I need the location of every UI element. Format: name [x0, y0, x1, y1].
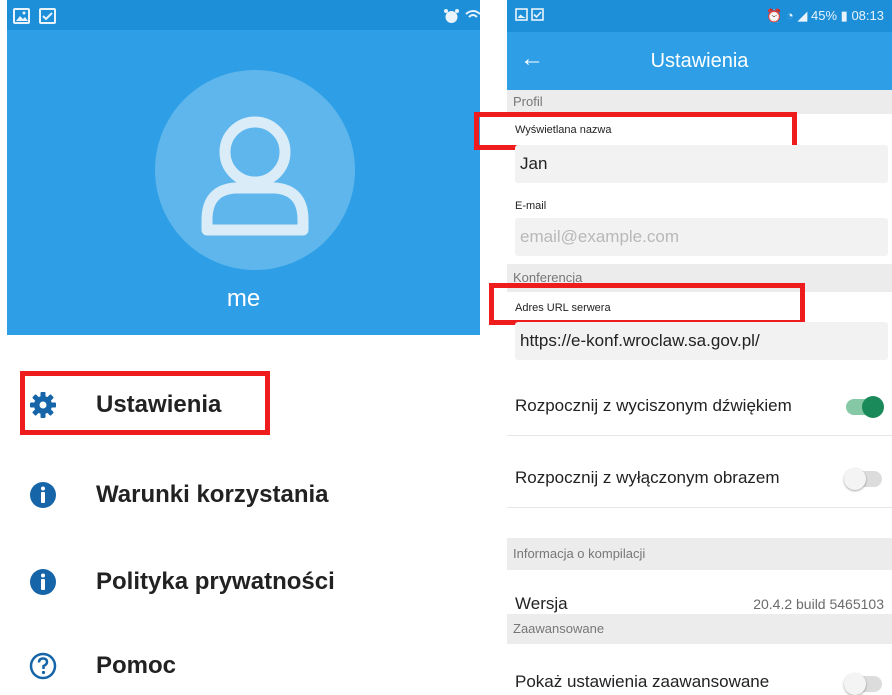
menu-item-help[interactable]: Pomoc — [0, 636, 480, 695]
clock: 08:13 — [851, 8, 884, 23]
signal-icon: ◢ — [797, 8, 808, 23]
section-header-advanced: Zaawansowane — [507, 614, 892, 644]
version-label: Wersja — [515, 594, 568, 613]
screenshot-root: me Ustawienia Warunki korzystania Polity… — [0, 0, 892, 695]
avatar[interactable] — [155, 70, 355, 270]
image-icon — [13, 8, 30, 24]
section-header-profile: Profil — [507, 90, 892, 114]
menu-item-terms-label: Warunki korzystania — [96, 481, 329, 508]
highlight-settings — [20, 371, 270, 435]
show-advanced-toggle[interactable] — [844, 673, 882, 695]
display-name-value: Jan — [520, 154, 548, 173]
alarm-icon: ⏰ — [766, 8, 783, 23]
start-muted-label: Rozpocznij z wyciszonym dźwiękiem — [515, 396, 792, 415]
user-icon — [201, 116, 309, 236]
show-advanced-label: Pokaż ustawienia zaawansowane — [515, 672, 770, 691]
server-url-field[interactable]: https://e-konf.wroclaw.sa.gov.pl/ — [515, 322, 888, 360]
start-video-off-label: Rozpocznij z wyłączonym obrazem — [515, 468, 780, 487]
info-icon — [28, 567, 58, 597]
menu-item-privacy[interactable]: Polityka prywatności — [0, 552, 480, 612]
email-placeholder: email@example.com — [520, 227, 679, 246]
status-bar: ⏰ ◔ ◢ 45% ▮ 08:13 — [507, 0, 892, 32]
wifi-icon: ◔ — [785, 8, 794, 23]
menu-item-privacy-label: Polityka prywatności — [96, 568, 335, 595]
battery-icon: ▮ — [840, 8, 848, 23]
version-value: 20.4.2 build 5465103 — [753, 596, 884, 612]
show-advanced-row[interactable]: Pokaż ustawienia zaawansowane — [507, 650, 892, 695]
email-field[interactable]: email@example.com — [515, 218, 888, 256]
toggle-knob — [844, 673, 866, 695]
toggle-knob — [862, 396, 884, 418]
profile-name: me — [226, 285, 261, 312]
drawer-header: me — [7, 0, 482, 335]
server-url-value: https://e-konf.wroclaw.sa.gov.pl/ — [520, 331, 760, 350]
help-icon — [28, 651, 58, 681]
checkbox-icon — [39, 8, 56, 24]
menu-item-help-label: Pomoc — [96, 652, 177, 679]
menu-item-terms[interactable]: Warunki korzystania — [0, 465, 480, 525]
display-name-field[interactable]: Jan — [515, 145, 888, 183]
battery-level: 45% — [811, 8, 838, 23]
start-video-off-toggle[interactable] — [844, 468, 882, 490]
start-video-off-row[interactable]: Rozpocznij z wyłączonym obrazem — [507, 448, 892, 508]
drawer-panel: me Ustawienia Warunki korzystania Polity… — [0, 0, 482, 695]
info-icon — [28, 480, 58, 510]
wifi-icon — [465, 8, 482, 24]
page-title: Ustawienia — [650, 50, 749, 72]
settings-screen: ⏰ ◔ ◢ 45% ▮ 08:13 ← Ustawienia Profil Wy… — [474, 0, 892, 695]
status-left-icons — [515, 8, 545, 25]
app-bar: ← Ustawienia — [507, 32, 892, 90]
email-label: E-mail — [515, 200, 547, 212]
status-bar — [7, 0, 482, 30]
status-right: ⏰ ◔ ◢ 45% ▮ 08:13 — [766, 8, 884, 24]
start-muted-toggle[interactable] — [846, 396, 884, 418]
alarm-icon — [443, 8, 460, 24]
highlight-server-url — [489, 283, 805, 325]
section-header-build-info: Informacja o kompilacji — [507, 538, 892, 570]
start-muted-row[interactable]: Rozpocznij z wyciszonym dźwiękiem — [507, 376, 892, 436]
toggle-knob — [844, 468, 866, 490]
